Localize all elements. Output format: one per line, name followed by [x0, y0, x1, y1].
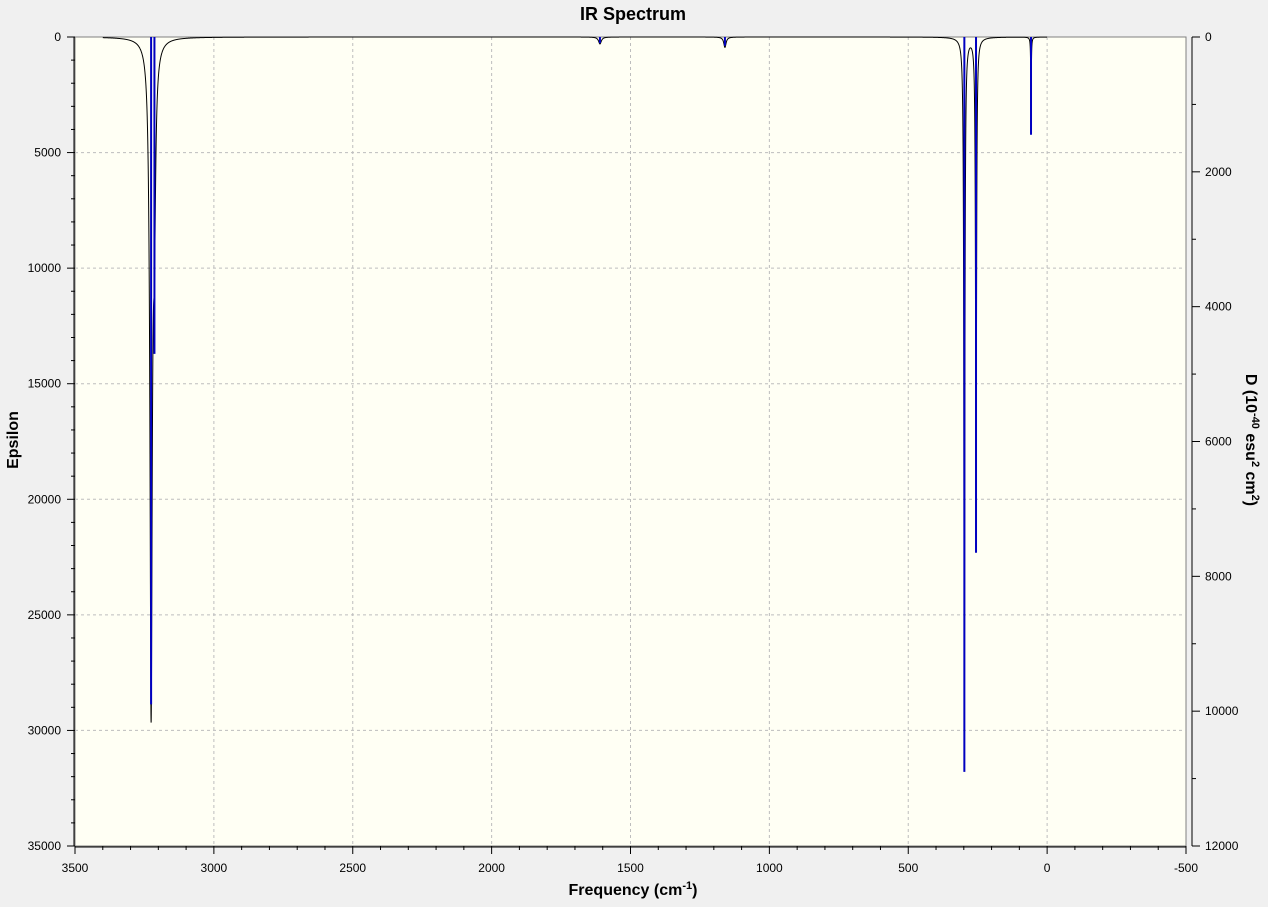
y-tick-label: 10000	[28, 261, 62, 275]
x-tick-label: -500	[1174, 861, 1198, 875]
y2-tick-label: 4000	[1205, 300, 1232, 314]
y2-tick-label: 2000	[1205, 165, 1232, 179]
x-tick-label: 2500	[339, 861, 366, 875]
y2-title-e: cm	[1242, 467, 1259, 495]
x-tick-label: 3000	[201, 861, 228, 875]
y2-tick-label: 12000	[1205, 839, 1239, 853]
x-tick-label: 0	[1044, 861, 1051, 875]
x-axis-title-tail: )	[692, 882, 697, 899]
y2-tick-label: 8000	[1205, 569, 1232, 583]
y2-title-g: )	[1242, 501, 1259, 506]
y-tick-label: 20000	[28, 492, 62, 506]
y-tick-label: 30000	[28, 723, 62, 737]
y2-title-a: D (10	[1242, 374, 1259, 413]
x-tick-label: 2000	[478, 861, 505, 875]
y-axis-title: Epsilon	[5, 411, 22, 469]
chart-svg: 3500 3000 2500 2000 1500 1000 500 0 -50005000100…	[0, 0, 1268, 902]
x-tick-label: 1000	[756, 861, 783, 875]
y2-tick-label: 6000	[1205, 435, 1232, 449]
y-tick-label: 25000	[28, 608, 62, 622]
x-axis-title-sup: -1	[682, 880, 692, 892]
ir-spectrum-chart: 3500 3000 2500 2000 1500 1000 500 0 -500 0 5000 100…	[0, 0, 1268, 902]
y2-axis-title: D (10-40 esu2 cm2)	[1242, 374, 1261, 506]
y2-title-c: esu	[1242, 429, 1259, 461]
x-axis-title-main: Frequency (cm	[569, 882, 683, 899]
x-tick-label: 1500	[617, 861, 644, 875]
x-tick-label: 3500	[62, 861, 89, 875]
y2-tick-label: 0	[1205, 30, 1212, 44]
x-tick-label: 500	[898, 861, 918, 875]
y-tick-label: 35000	[28, 839, 62, 853]
y2-tick-label: 10000	[1205, 704, 1239, 718]
y-tick-label: 15000	[28, 377, 62, 391]
y-tick-label: 5000	[34, 146, 61, 160]
x-axis-title: Frequency (cm-1)	[569, 880, 698, 899]
chart-title: IR Spectrum	[580, 4, 686, 24]
y2-title-b: -40	[1249, 413, 1261, 429]
y-tick-label: 0	[54, 30, 61, 44]
